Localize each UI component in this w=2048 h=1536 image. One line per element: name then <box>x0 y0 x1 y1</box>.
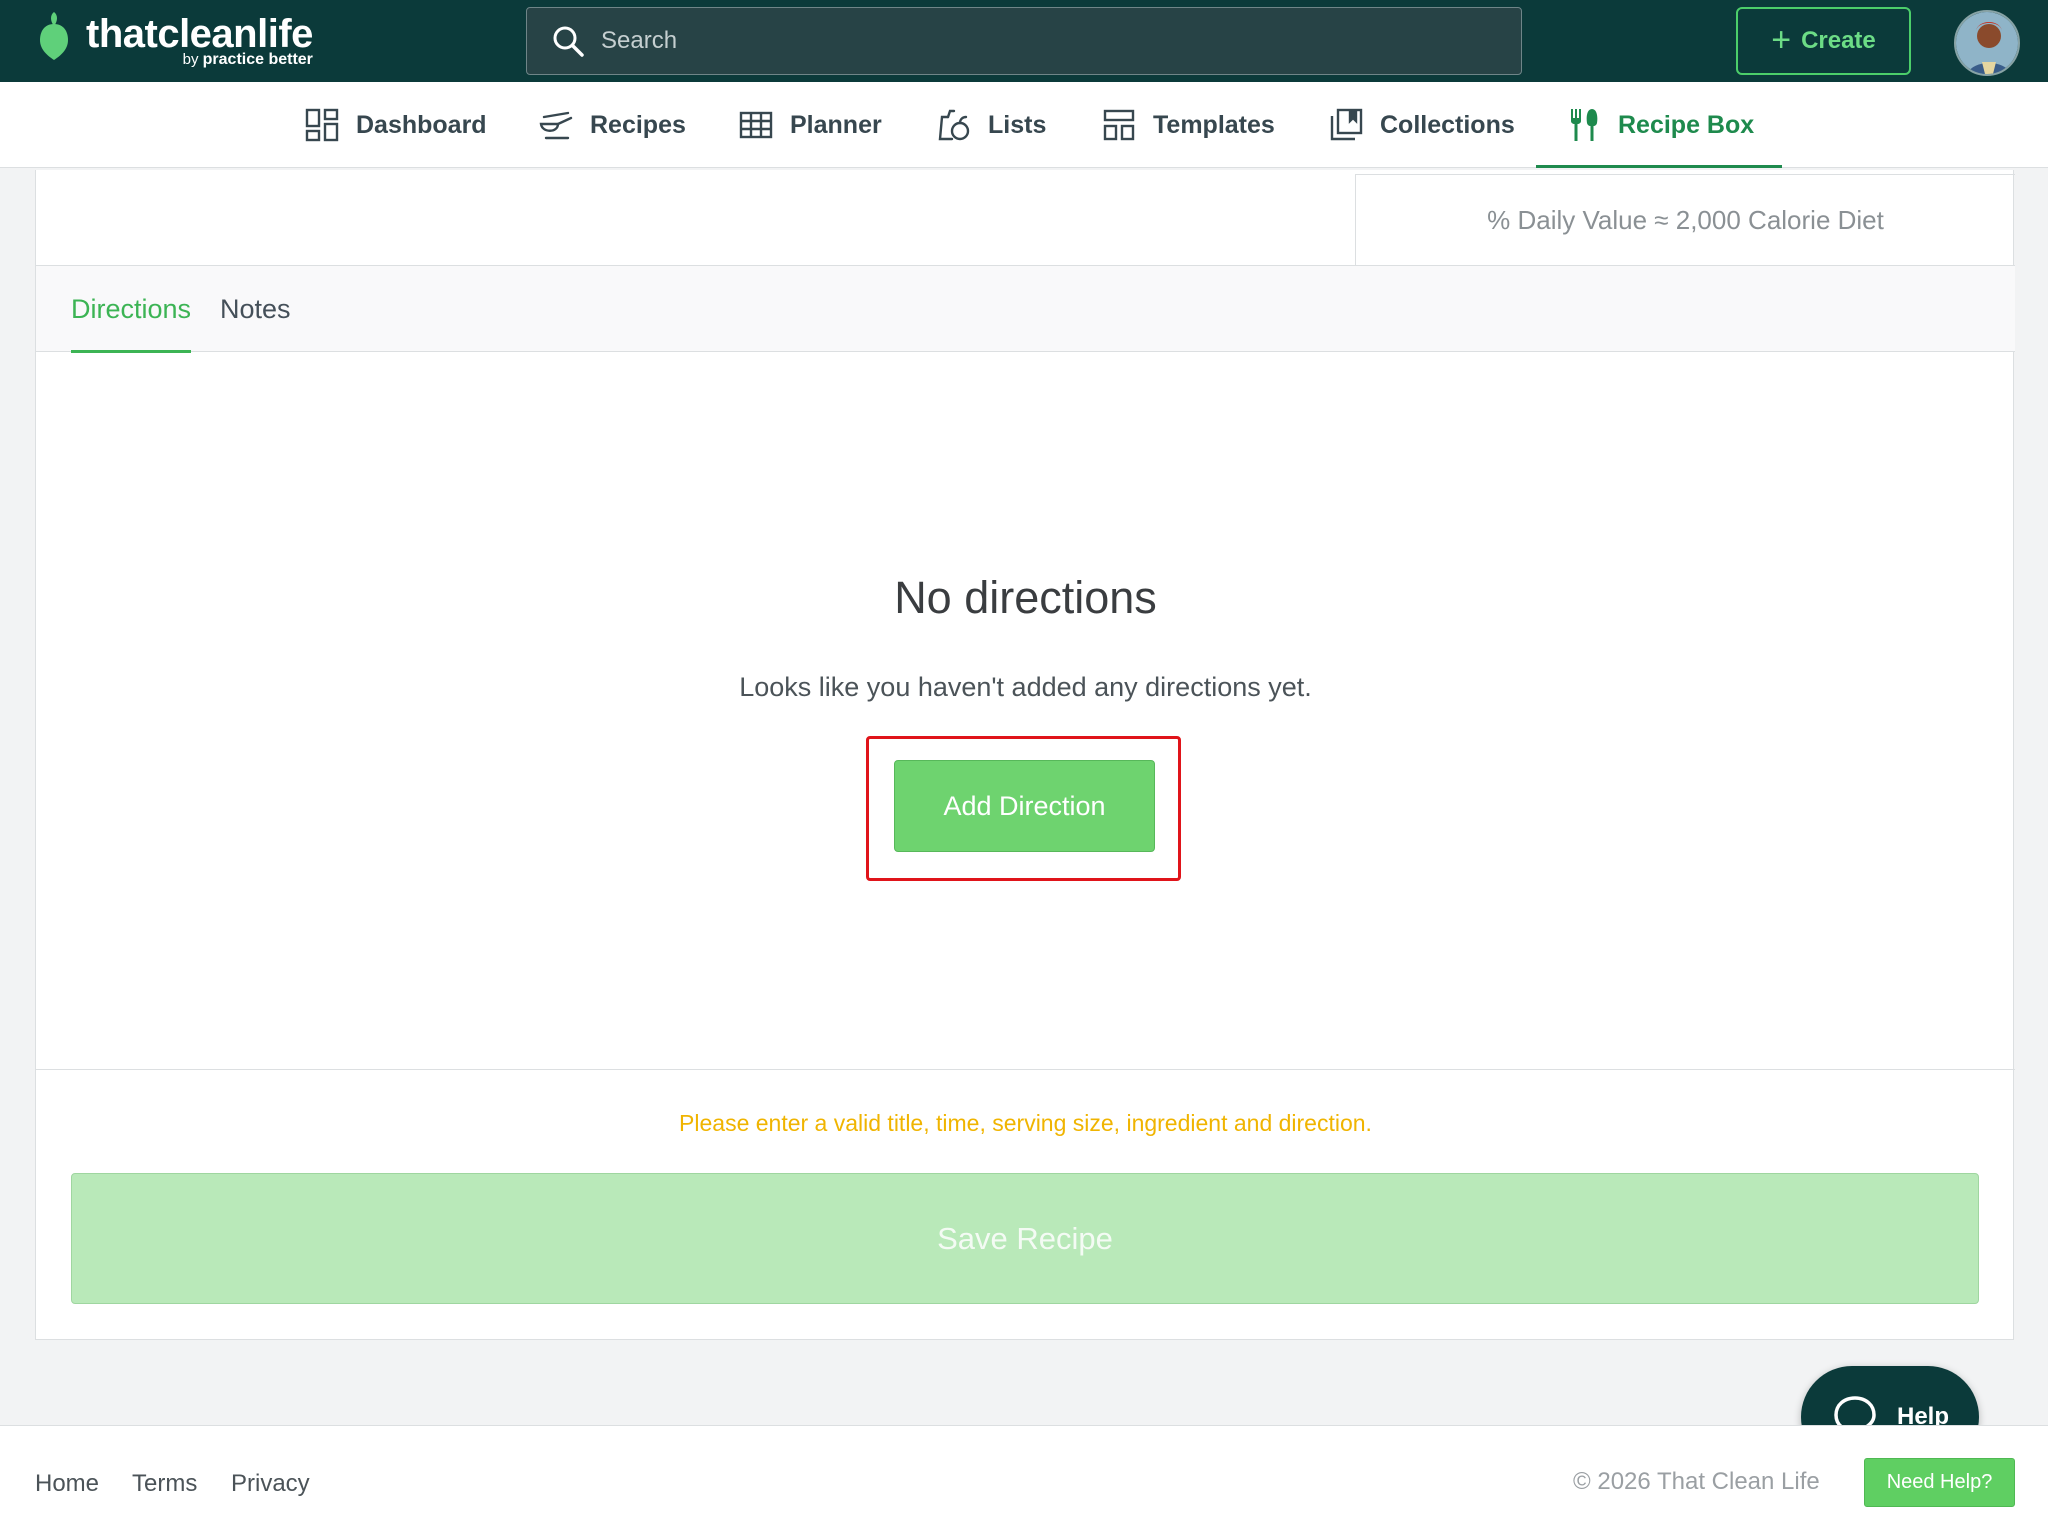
search-bar[interactable] <box>526 7 1522 75</box>
nav-item-recipes[interactable]: Recipes <box>538 82 686 168</box>
validation-warning: Please enter a valid title, time, servin… <box>679 1110 1372 1136</box>
nav-label: Recipes <box>590 110 686 139</box>
footer-link-home[interactable]: Home <box>35 1470 99 1498</box>
beet-logo-icon <box>40 12 68 64</box>
nav-label: Lists <box>988 110 1047 139</box>
top-header: thatcleanlife by practice better + Creat… <box>0 0 2048 82</box>
nav-item-templates[interactable]: Templates <box>1101 82 1275 168</box>
create-label: Create <box>1801 27 1876 54</box>
search-icon <box>553 26 584 57</box>
templates-icon <box>1103 109 1135 141</box>
recipe-tabs: Directions Notes <box>36 266 2015 353</box>
brand-logo[interactable]: thatcleanlife by practice better <box>40 10 313 74</box>
footer-link-privacy[interactable]: Privacy <box>231 1470 310 1498</box>
search-input[interactable] <box>601 27 1501 55</box>
copyright: © 2026 That Clean Life <box>1573 1468 1820 1495</box>
planner-icon <box>739 111 773 139</box>
avatar[interactable] <box>1954 10 2020 76</box>
page-footer: Home Terms Privacy © 2026 That Clean Lif… <box>0 1425 2048 1536</box>
nav-label: Planner <box>790 110 882 139</box>
recipe-editor-card: % Daily Value ≈ 2,000 Calorie Diet Direc… <box>35 170 2015 1340</box>
tab-notes[interactable]: Notes <box>220 266 291 352</box>
nav-label: Recipe Box <box>1618 110 1755 139</box>
save-recipe-button[interactable]: Save Recipe <box>71 1173 1979 1304</box>
nav-item-recipe-box[interactable]: Recipe Box <box>1535 82 1783 168</box>
main-nav: Dashboard Recipes Planner Lists Template… <box>0 82 2048 168</box>
footer-link-terms[interactable]: Terms <box>132 1470 197 1498</box>
nav-item-collections[interactable]: Collections <box>1328 82 1515 168</box>
plus-icon: + <box>1771 20 1792 59</box>
nav-item-lists[interactable]: Lists <box>936 82 1046 168</box>
dashboard-icon <box>305 108 339 142</box>
recipes-icon <box>539 111 573 140</box>
nav-label: Collections <box>1380 110 1515 139</box>
fork-knife-icon <box>1571 109 1598 141</box>
nav-label: Templates <box>1153 110 1275 139</box>
need-help-button[interactable]: Need Help? <box>1864 1458 2015 1507</box>
divider <box>36 1069 2015 1070</box>
empty-state-title: No directions <box>894 572 1157 623</box>
nav-label: Dashboard <box>356 110 487 139</box>
nutrition-area <box>36 170 1355 266</box>
brand-by: by <box>182 51 199 68</box>
nav-item-dashboard[interactable]: Dashboard <box>304 82 487 168</box>
daily-value-note: % Daily Value ≈ 2,000 Calorie Diet <box>1355 174 2015 266</box>
empty-state-message: Looks like you haven't added any directi… <box>739 672 1312 702</box>
collections-icon <box>1330 108 1363 141</box>
add-direction-button[interactable]: Add Direction <box>894 760 1155 852</box>
tab-directions[interactable]: Directions <box>71 266 192 353</box>
brand-parent: practice better <box>202 51 313 68</box>
create-button[interactable]: + Create <box>1736 7 1911 75</box>
nav-item-planner[interactable]: Planner <box>738 82 882 168</box>
lists-icon <box>938 109 970 141</box>
